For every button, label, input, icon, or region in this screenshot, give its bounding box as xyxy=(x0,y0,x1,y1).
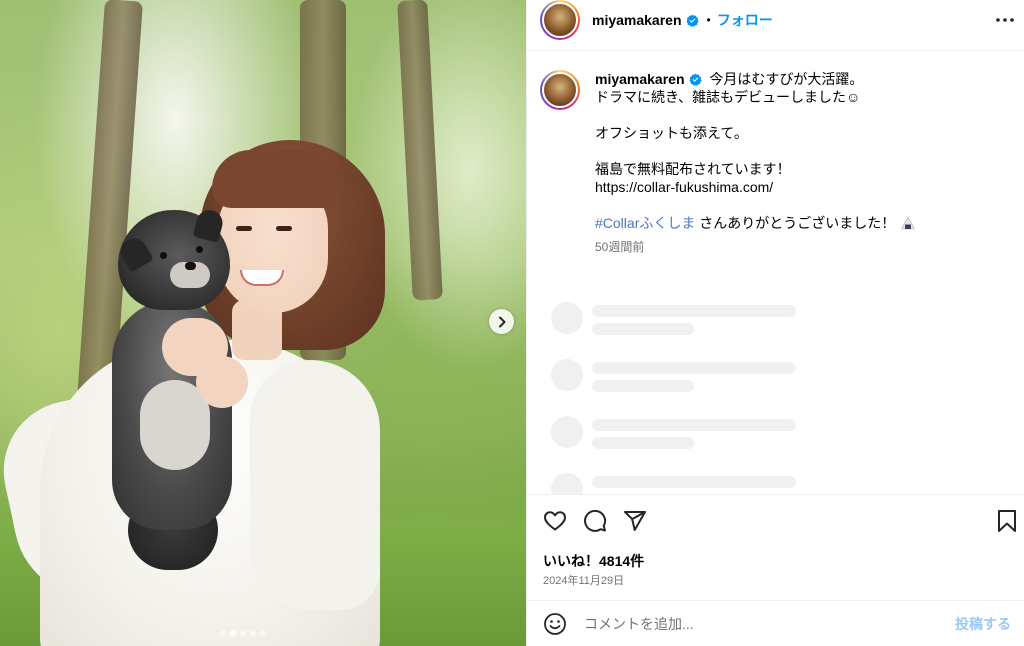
dog-nose xyxy=(185,262,196,270)
carousel-dot xyxy=(260,630,266,636)
comment-bubble-icon xyxy=(584,509,607,532)
verified-badge-icon xyxy=(688,73,702,86)
comment-skeleton xyxy=(551,359,811,399)
share-button[interactable] xyxy=(622,508,648,534)
carousel-next-button[interactable] xyxy=(489,309,514,334)
skeleton-avatar xyxy=(551,416,583,448)
skeleton-line xyxy=(592,476,796,488)
smiley-icon xyxy=(544,612,566,635)
comment-skeleton xyxy=(551,416,811,456)
paper-plane-icon xyxy=(624,511,646,531)
dog-eye xyxy=(160,252,167,259)
caption-line: 今月はむすびが大活躍。 xyxy=(709,71,864,87)
chevron-right-icon xyxy=(498,316,505,327)
bangs xyxy=(212,150,337,208)
follow-button[interactable]: フォロー xyxy=(717,10,773,30)
comment-bar: 投稿する xyxy=(527,601,1024,646)
carousel-dot-active xyxy=(230,630,236,636)
carousel-indicator xyxy=(220,630,266,636)
comment-button[interactable] xyxy=(582,508,608,534)
comment-skeleton xyxy=(551,473,811,494)
save-button[interactable] xyxy=(994,508,1020,534)
hand xyxy=(196,356,248,408)
more-options-button[interactable] xyxy=(995,11,1015,29)
comment-input[interactable] xyxy=(584,615,955,632)
more-dots-icon xyxy=(996,18,1014,22)
onigiri-emoji-icon xyxy=(901,216,915,230)
caption-line: オフショットも添えて。 xyxy=(595,125,748,141)
caption-link[interactable]: https://collar-fukushima.com/ xyxy=(595,178,915,196)
carousel-dot xyxy=(240,630,246,636)
tree-trunk xyxy=(397,0,443,301)
skeleton-avatar xyxy=(551,302,583,334)
comment-skeleton xyxy=(551,302,811,342)
dog-eye xyxy=(196,246,203,253)
carousel-dot xyxy=(220,630,226,636)
header-separator: • xyxy=(706,13,711,27)
likes-count[interactable]: いいね！4814件 xyxy=(543,551,644,571)
bookmark-icon xyxy=(998,510,1016,532)
avatar-image xyxy=(542,2,578,38)
header-username[interactable]: miyamakaren xyxy=(592,12,682,28)
eye xyxy=(276,226,292,231)
divider xyxy=(527,494,1024,495)
verified-badge-icon xyxy=(685,14,699,27)
caption-body: miyamakaren 今月はむすびが大活躍。 ドラマに続き、雑誌もデビューしま… xyxy=(595,70,915,256)
post-side-panel: miyamakaren • フォロー miyamakaren 今月はむすびが大活… xyxy=(526,0,1024,646)
caption-line: 福島で無料配布されています！ xyxy=(595,161,791,177)
skeleton-line xyxy=(592,305,796,317)
skeleton-avatar xyxy=(551,359,583,391)
caption-timestamp[interactable]: 50週間前 xyxy=(595,238,915,256)
post-photo[interactable] xyxy=(0,0,526,646)
carousel-dot xyxy=(250,630,256,636)
emoji-button[interactable] xyxy=(542,611,568,637)
post-date[interactable]: 2024年11月29日 xyxy=(543,572,624,588)
skeleton-line xyxy=(592,419,796,431)
divider xyxy=(527,50,1024,51)
caption-avatar[interactable] xyxy=(540,70,580,110)
action-bar xyxy=(542,508,1016,534)
header-avatar[interactable] xyxy=(540,0,580,40)
caption-line: さんありがとうございました！ xyxy=(695,215,896,231)
caption-line: ドラマに続き、雑誌もデビューしました☺ xyxy=(595,89,861,105)
avatar-image xyxy=(542,72,578,108)
skeleton-line xyxy=(592,323,694,335)
skeleton-line xyxy=(592,362,796,374)
caption-username[interactable]: miyamakaren xyxy=(595,71,685,87)
skeleton-avatar xyxy=(551,473,583,494)
heart-icon xyxy=(544,511,566,531)
post-comment-button[interactable]: 投稿する xyxy=(955,614,1011,634)
like-button[interactable] xyxy=(542,508,568,534)
caption-hashtag[interactable]: #Collarふくしま xyxy=(595,215,695,231)
skeleton-line xyxy=(592,380,694,392)
post-header: miyamakaren • フォロー xyxy=(527,0,1024,40)
sleeve-right xyxy=(250,360,380,610)
caption: miyamakaren 今月はむすびが大活躍。 ドラマに続き、雑誌もデビューしま… xyxy=(540,70,1010,256)
eye xyxy=(236,226,252,231)
skeleton-line xyxy=(592,437,694,449)
